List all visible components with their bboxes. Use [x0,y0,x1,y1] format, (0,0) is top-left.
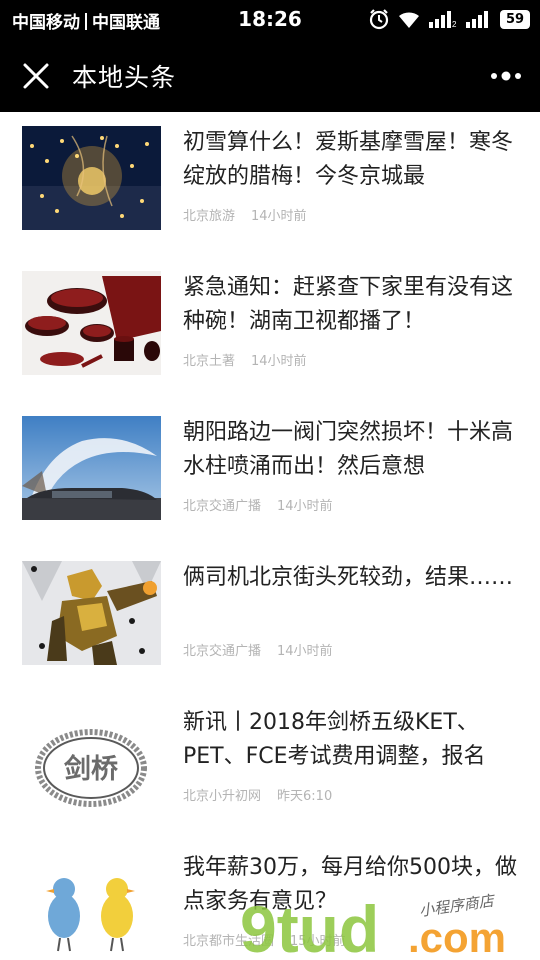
article-source: 北京交通广播 [183,644,262,659]
close-button[interactable] [18,58,54,94]
article-item[interactable]: 初雪算什么！爱斯基摩雪屋！寒冬绽放的腊梅！今冬京城最 北京旅游 14小时前 [0,112,540,257]
cambridge-logo-text: 剑桥 [64,753,118,785]
article-meta: 北京交通广播 14小时前 [183,495,333,514]
article-item[interactable]: 紧急通知：赶紧查下家里有没有这种碗！湖南卫视都播了！ 北京土著 14小时前 [0,257,540,402]
more-icon [491,71,521,81]
article-source: 北京旅游 [183,209,236,224]
article-source: 北京交通广播 [183,499,262,514]
article-meta: 北京小升初网 昨天6:10 [183,785,332,804]
article-meta: 北京都市生活圈 15小时前 [183,930,346,949]
article-source: 北京都市生活圈 [183,934,275,949]
cambridge-logo-image: 剑桥 [22,706,161,810]
lacquer-bowls-image [22,271,161,375]
article-title: 俩司机北京街头死较劲，结果…… [183,565,514,590]
page-title: 本地头条 [72,63,177,92]
close-icon [23,63,49,89]
article-item[interactable]: 我年薪30万，每月给你500块，做点家务有意见？ 北京都市生活圈 15小时前 [0,837,540,960]
article-item[interactable]: 朝阳路边一阀门突然损坏！十米高水柱喷涌而出！然后意想 北京交通广播 14小时前 [0,402,540,547]
robot-image [22,561,161,665]
article-time: 14小时前 [277,644,333,659]
article-source: 北京土著 [183,354,236,369]
article-time: 14小时前 [277,499,333,514]
wifi-icon [399,12,419,28]
article-title: 初雪算什么！爱斯基摩雪屋！寒冬绽放的腊梅！今冬京城最 [183,130,514,189]
article-meta: 北京土著 14小时前 [183,350,307,369]
title-bar: 本地头条 [0,40,540,112]
more-button[interactable] [486,60,526,92]
status-bar: 中国移动 中国联通 18:26 2 59 [0,0,540,40]
article-time: 15小时前 [290,934,346,949]
svg-text:2: 2 [452,20,457,29]
article-title: 新讯丨2018年剑桥五级KET、PET、FCE考试费用调整，报名 [183,710,486,769]
signal-icon [466,11,488,28]
alarm-icon [369,9,389,30]
snow-lights-image [22,126,161,230]
article-item[interactable]: 剑桥 新讯丨2018年剑桥五级KET、PET、FCE考试费用调整，报名 北京小升… [0,692,540,837]
water-column-image [22,416,161,520]
article-meta: 北京旅游 14小时前 [183,205,307,224]
article-title: 我年薪30万，每月给你500块，做点家务有意见？ [183,855,517,914]
signal-icon: 2 [429,11,457,29]
article-item[interactable]: 俩司机北京街头死较劲，结果…… 北京交通广播 14小时前 [0,547,540,692]
article-meta: 北京交通广播 14小时前 [183,640,333,659]
battery-indicator: 59 [500,9,530,29]
article-title: 紧急通知：赶紧查下家里有没有这种碗！湖南卫视都播了！ [183,275,514,334]
article-time: 14小时前 [251,354,307,369]
article-source: 北京小升初网 [183,789,262,804]
status-icons: 2 59 [368,8,530,30]
article-time: 14小时前 [251,209,307,224]
cartoon-birds-image [22,851,161,955]
article-time: 昨天6:10 [277,789,333,804]
article-title: 朝阳路边一阀门突然损坏！十米高水柱喷涌而出！然后意想 [183,420,514,479]
